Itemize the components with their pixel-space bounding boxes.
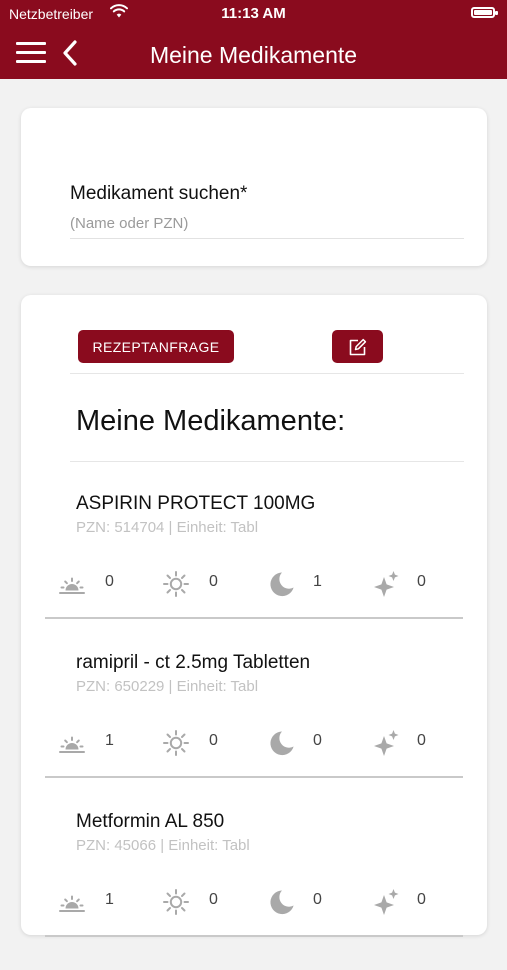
dose-count-noon: 0 [209,732,218,749]
section-title: Meine Medikamente: [76,405,346,437]
battery-icon [471,7,498,18]
dose-count-evening: 0 [313,732,322,749]
edit-note-icon [349,338,367,356]
sun-icon [161,569,191,599]
dose-count-morning: 1 [105,732,114,749]
sunrise-icon [57,887,87,917]
clock: 11:13 AM [221,5,286,22]
medication-name: ASPIRIN PROTECT 100MG [76,493,316,514]
divider [70,461,464,462]
moon-icon [266,728,296,758]
search-label: Medikament suchen* [70,183,248,204]
dose-count-night: 0 [417,732,426,749]
moon-icon [266,887,296,917]
dose-count-morning: 1 [105,891,114,908]
status-bar: Netzbetreiber 11:13 AM [0,0,507,30]
medication-name: ramipril - ct 2.5mg Tabletten [76,652,311,673]
medication-separator [45,776,463,778]
edit-button[interactable] [332,330,383,363]
medication-meta: PZN: 45066 | Einheit: Tabl [76,837,250,854]
dose-count-night: 0 [417,573,426,590]
moon-icon [266,569,296,599]
dose-count-noon: 0 [209,573,218,590]
medication-item[interactable]: ramipril - ct 2.5mg Tabletten PZN: 650229… [21,652,487,811]
medication-meta: PZN: 514704 | Einheit: Tabl [76,519,259,536]
medication-separator [45,935,463,937]
dose-count-evening: 0 [313,891,322,908]
search-input[interactable] [70,208,464,239]
sparkles-icon [371,569,401,599]
sun-icon [161,728,191,758]
sun-icon [161,887,191,917]
sparkles-icon [371,887,401,917]
medication-item[interactable]: Metformin AL 850 PZN: 45066 | Einheit: Ta… [21,811,487,970]
dose-count-evening: 1 [313,573,322,590]
medication-name: Metformin AL 850 [76,811,225,832]
sunrise-icon [57,728,87,758]
page-title: Meine Medikamente [149,42,358,68]
search-card: Medikament suchen* [21,108,487,266]
prescription-request-button[interactable]: REZEPTANFRAGE [78,330,234,363]
medication-meta: PZN: 650229 | Einheit: Tabl [76,678,259,695]
divider [70,373,464,374]
dose-count-night: 0 [417,891,426,908]
app-header: Netzbetreiber 11:13 AM Meine Medikamente [0,0,507,79]
sparkles-icon [371,728,401,758]
dose-count-noon: 0 [209,891,218,908]
sunrise-icon [57,569,87,599]
dose-count-morning: 0 [105,573,114,590]
medication-separator [45,617,463,619]
medication-list-card: REZEPTANFRAGE Meine Medikamente: ASPIRIN… [21,295,487,937]
medication-item[interactable]: ASPIRIN PROTECT 100MG PZN: 514704 | Einhe… [21,493,487,652]
